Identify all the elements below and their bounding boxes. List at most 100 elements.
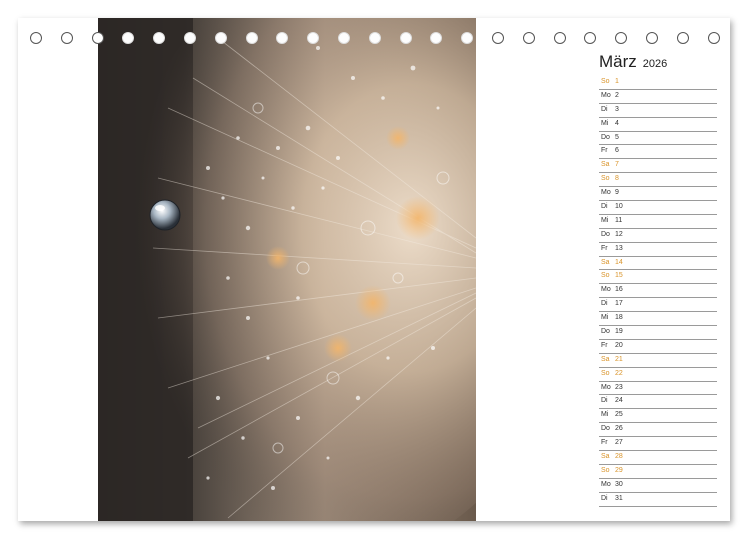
day-row: Mo 2 <box>599 90 717 104</box>
weekday-label: So <box>601 175 610 183</box>
spiral-binding-ring-icon <box>153 32 166 44</box>
weekday-label: Sa <box>601 161 610 169</box>
day-number: 13 <box>615 244 623 252</box>
weekday-label: Di <box>601 397 608 405</box>
month-header: März 2026 <box>599 52 719 74</box>
weekday-label: Sa <box>601 258 610 266</box>
weekday-label: Do <box>601 133 610 141</box>
day-number: 23 <box>615 383 623 391</box>
day-row: Di 31 <box>599 493 717 507</box>
weekday-label: So <box>601 272 610 280</box>
weekday-label: Mo <box>601 383 611 391</box>
day-number: 17 <box>615 300 623 308</box>
day-row: Di 3 <box>599 104 717 118</box>
day-number: 18 <box>615 314 623 322</box>
day-row: Do 5 <box>599 132 717 146</box>
weekday-label: So <box>601 78 610 85</box>
spiral-binding-ring-icon <box>214 32 227 44</box>
month-name: März <box>599 52 637 71</box>
spiral-binding-ring-icon <box>184 32 196 44</box>
day-number: 19 <box>615 328 623 336</box>
day-row: Do 26 <box>599 423 717 438</box>
day-number: 28 <box>615 453 623 461</box>
day-row: Mi 25 <box>599 409 717 424</box>
day-row: So 8 <box>599 173 717 188</box>
weekday-label: Do <box>601 328 610 336</box>
day-number: 15 <box>615 272 623 280</box>
day-row: Mo 16 <box>599 284 717 299</box>
spiral-binding-ring-icon <box>368 32 381 44</box>
day-row: Sa 14 <box>599 257 717 271</box>
spiral-binding-ring-icon <box>584 32 597 44</box>
weekday-label: So <box>601 466 610 474</box>
weekday-label: Sa <box>601 453 610 461</box>
day-number: 8 <box>615 175 619 183</box>
day-number: 6 <box>615 147 619 155</box>
day-row: Do 12 <box>599 229 717 243</box>
spiral-binding-ring-icon <box>30 32 42 44</box>
day-number: 27 <box>615 439 623 447</box>
day-number: 12 <box>615 230 623 238</box>
weekday-label: So <box>601 369 610 377</box>
day-row: Mi 4 <box>599 118 717 132</box>
day-row: Fr 6 <box>599 145 717 160</box>
day-row: Fr 20 <box>599 340 717 354</box>
weekday-label: Do <box>601 425 610 433</box>
spiral-binding-ring-icon <box>461 32 474 44</box>
spiral-binding-ring-icon <box>338 32 350 44</box>
day-row: Di 17 <box>599 298 717 313</box>
day-list: So 1 Mo 2 Di 3 Mi 4 Do 5 Fr 6 Sa 7 So 8 Mo 9 Di 10 Mi 11 Do 12 F… <box>599 76 717 507</box>
spiral-binding-ring-icon <box>276 32 289 44</box>
weekday-label: Mi <box>601 411 609 419</box>
spiral-binding-ring-icon <box>676 32 689 44</box>
day-number: 10 <box>615 203 623 211</box>
day-number: 2 <box>615 91 619 99</box>
weekday-label: Di <box>601 494 608 502</box>
day-row: Fr 13 <box>599 243 717 257</box>
day-number: 14 <box>615 258 623 266</box>
day-number: 20 <box>615 341 623 349</box>
spiral-binding <box>30 32 720 48</box>
day-row: So 15 <box>599 270 717 285</box>
day-number: 22 <box>615 369 623 377</box>
day-row: Mo 23 <box>599 382 717 396</box>
weekday-label: Mi <box>601 119 609 127</box>
day-row: Sa 28 <box>599 451 717 465</box>
dandelion-seedhead-image <box>98 18 476 521</box>
day-row: Fr 27 <box>599 437 717 452</box>
weekday-label: Di <box>601 105 608 113</box>
spiral-binding-ring-icon <box>91 32 104 44</box>
day-number: 25 <box>615 411 623 419</box>
day-row: Di 24 <box>599 395 717 410</box>
day-row: Sa 21 <box>599 354 717 368</box>
spiral-binding-ring-icon <box>646 32 658 44</box>
spiral-binding-ring-icon <box>430 32 443 44</box>
spiral-binding-ring-icon <box>122 32 135 44</box>
day-row: Mo 30 <box>599 479 717 493</box>
day-number: 4 <box>615 119 619 127</box>
weekday-label: Sa <box>601 355 610 363</box>
day-row: Mo 9 <box>599 187 717 202</box>
day-row: So 22 <box>599 368 717 382</box>
dandelion-photo <box>98 18 476 521</box>
weekday-label: Di <box>601 203 608 211</box>
day-number: 9 <box>615 189 619 197</box>
day-number: 24 <box>615 397 623 405</box>
day-row: So 1 <box>599 76 717 90</box>
day-number: 16 <box>615 286 623 294</box>
spiral-binding-ring-icon <box>522 32 535 44</box>
day-number: 1 <box>615 78 619 85</box>
month-year: 2026 <box>642 58 668 70</box>
spiral-binding-ring-icon <box>60 32 73 44</box>
day-number: 11 <box>615 216 623 224</box>
spiral-binding-ring-icon <box>399 32 412 44</box>
weekday-label: Mo <box>601 286 611 294</box>
day-number: 29 <box>615 466 623 474</box>
weekday-label: Mo <box>601 189 611 197</box>
day-number: 5 <box>615 133 619 141</box>
day-row: Do 19 <box>599 326 717 340</box>
weekday-label: Fr <box>601 341 608 349</box>
weekday-label: Mi <box>601 314 609 322</box>
day-row: Di 10 <box>599 201 717 215</box>
day-number: 7 <box>615 161 619 169</box>
